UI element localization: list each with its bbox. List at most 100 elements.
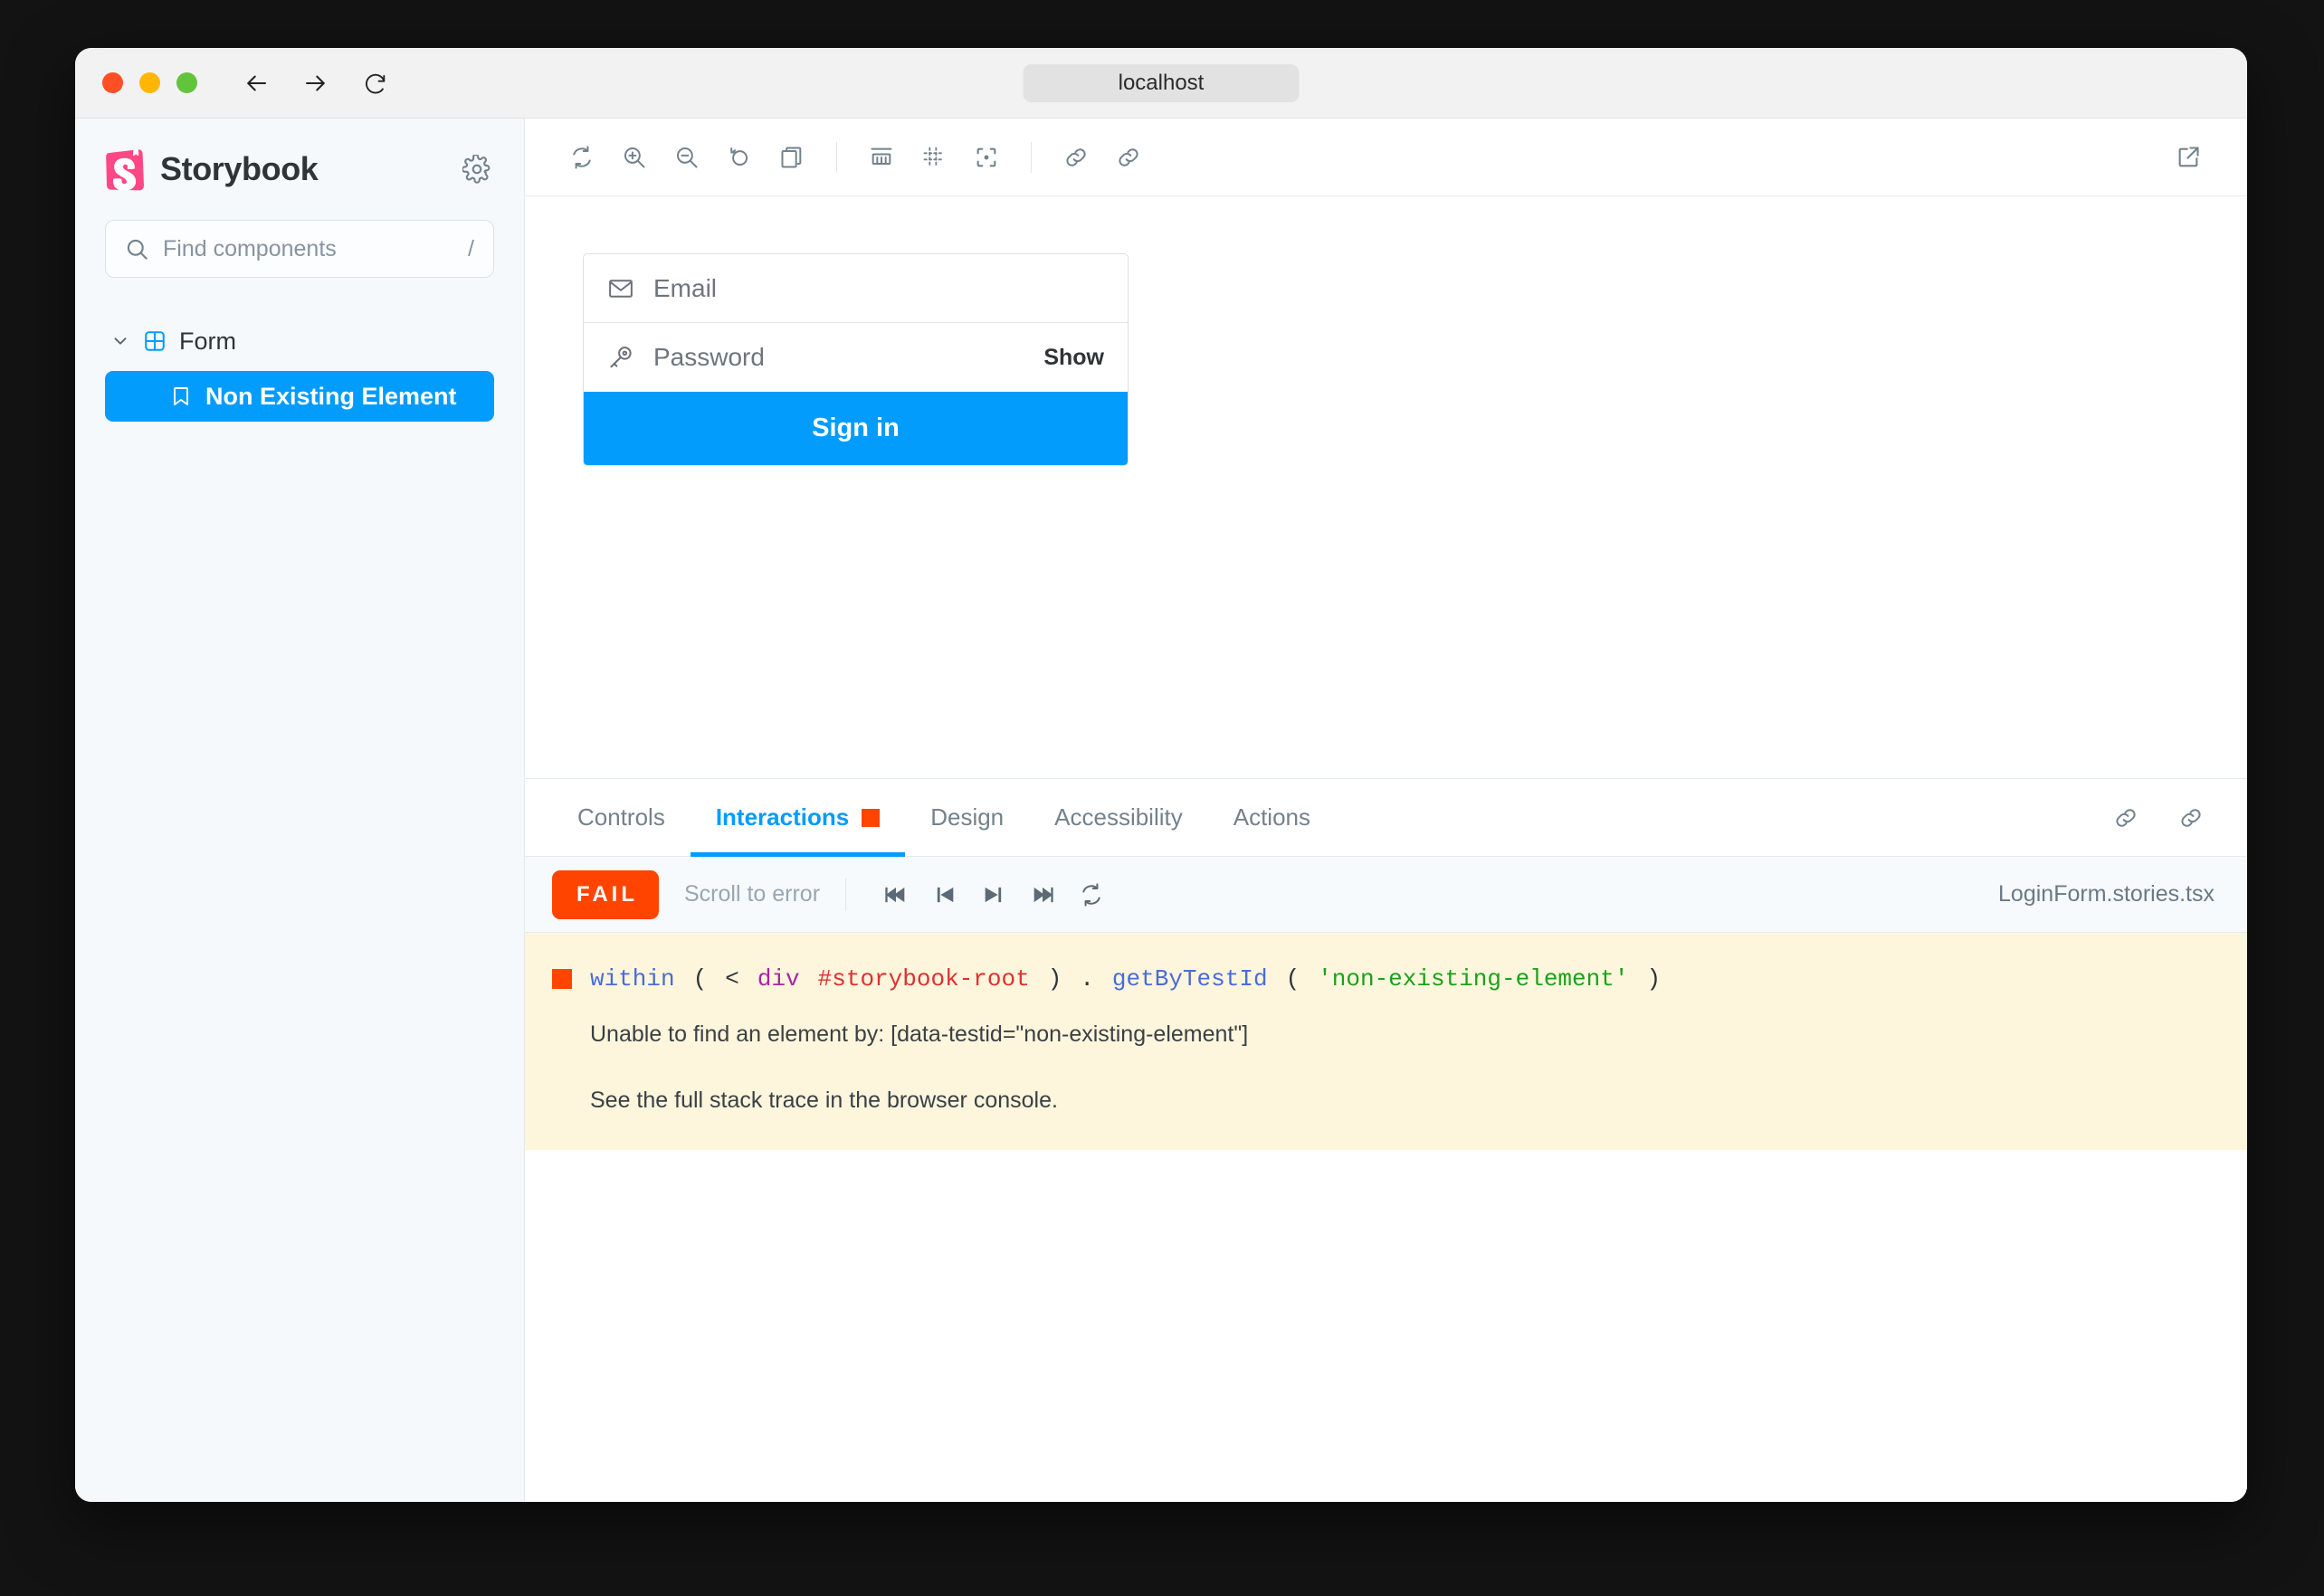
error-message-primary: Unable to find an element by: [data-test… — [590, 1021, 1249, 1047]
sidebar: Storybook / — [75, 119, 525, 1502]
copy-layers-icon[interactable] — [766, 131, 818, 184]
sidebar-item-non-existing-element[interactable]: Non Existing Element — [105, 371, 494, 422]
show-password-button[interactable]: Show — [1043, 345, 1104, 371]
component-grid-icon — [143, 329, 167, 353]
grid-dots-icon[interactable] — [908, 131, 960, 184]
code-token-paren-open: ( — [692, 965, 708, 993]
tree-group-form[interactable]: Form — [105, 317, 494, 366]
url-text: localhost — [1118, 70, 1205, 95]
panel-link-icon[interactable] — [2102, 794, 2149, 841]
minimize-window-button[interactable] — [139, 72, 160, 93]
story-canvas: Show Sign in — [525, 196, 2247, 778]
error-marker-icon — [552, 969, 572, 989]
rerun-button[interactable] — [1067, 870, 1116, 919]
story-filename: LoginForm.stories.tsx — [1998, 881, 2214, 907]
code-token-tag-name: div — [757, 965, 800, 993]
code-token-string-arg: 'non-existing-element' — [1318, 965, 1629, 993]
interactions-separator — [845, 878, 847, 911]
component-tree: Form Non Existing Element — [105, 317, 494, 422]
preview-toolbar — [525, 119, 2247, 196]
traffic-lights — [102, 72, 197, 93]
ruler-icon[interactable] — [855, 131, 908, 184]
status-badge: FAIL — [552, 869, 659, 919]
tabs-spacer — [1336, 779, 2102, 856]
browser-chrome: localhost — [75, 48, 2247, 119]
error-code-line[interactable]: within (< div #storybook-root). getByTestId (… — [525, 965, 2247, 993]
email-input[interactable] — [653, 273, 1104, 303]
tab-interactions[interactable]: Interactions — [690, 779, 906, 857]
close-window-button[interactable] — [102, 72, 123, 93]
login-form: Show Sign in — [583, 253, 1129, 466]
back-arrow-icon[interactable] — [241, 68, 271, 99]
main-column: Show Sign in Controls Interactions — [525, 119, 2247, 1502]
interaction-error: within (< div #storybook-root). getByTestId (… — [525, 933, 2247, 1150]
toolbar-separator-1 — [836, 141, 837, 173]
tab-label: Accessibility — [1054, 803, 1183, 831]
code-token-tag-id: #storybook-root — [817, 965, 1030, 993]
browser-window: localhost Storybook Find components / Fo… — [75, 48, 2247, 1502]
tab-controls[interactable]: Controls — [552, 779, 691, 856]
panel-share-icon[interactable] — [2167, 794, 2214, 841]
code-token-paren-close: ) — [1047, 965, 1062, 993]
go-to-start-button[interactable] — [872, 870, 920, 919]
sidebar-item-label: Non Existing Element — [205, 382, 457, 410]
link-tool-group — [1050, 131, 1155, 184]
brand-group[interactable]: Storybook — [105, 148, 319, 191]
toolbar-separator-2 — [1031, 141, 1032, 173]
zoom-in-icon[interactable] — [608, 131, 661, 184]
outline-icon[interactable] — [960, 131, 1013, 184]
envelope-icon — [607, 275, 634, 302]
maximize-window-button[interactable] — [176, 72, 197, 93]
tab-actions[interactable]: Actions — [1208, 779, 1336, 856]
interactions-toolbar: FAIL Scroll to error LoginForm.stories.t… — [525, 857, 2247, 933]
tab-label: Controls — [577, 803, 665, 831]
code-token-getbytestid: getByTestId — [1111, 965, 1268, 993]
search-icon — [125, 237, 149, 261]
share-link-icon[interactable] — [1102, 131, 1155, 184]
copy-link-icon[interactable] — [1050, 131, 1102, 184]
key-icon — [607, 344, 634, 371]
step-forward-button[interactable] — [969, 870, 1018, 919]
scroll-to-error-button[interactable]: Scroll to error — [684, 881, 820, 907]
browser-nav-buttons — [241, 68, 391, 99]
search-shortcut-hint: / — [468, 235, 474, 261]
reload-icon[interactable] — [360, 68, 391, 99]
password-input[interactable] — [653, 343, 1025, 372]
tab-design[interactable]: Design — [905, 779, 1029, 856]
gear-icon[interactable] — [460, 152, 494, 186]
panel-header-icons — [2102, 779, 2214, 856]
zoom-out-icon[interactable] — [661, 131, 713, 184]
zoom-tool-group — [556, 131, 818, 184]
password-field-row[interactable]: Show — [584, 323, 1128, 392]
tab-accessibility[interactable]: Accessibility — [1029, 779, 1208, 856]
tab-label: Interactions — [715, 803, 850, 831]
code-token-paren-open-2: ( — [1285, 965, 1300, 993]
addon-tool-group — [855, 131, 1013, 184]
code-token-within: within — [590, 965, 675, 993]
bookmark-icon — [170, 385, 192, 407]
search-box[interactable]: / — [105, 220, 494, 278]
tab-label: Design — [930, 803, 1005, 831]
sign-in-button[interactable]: Sign in — [584, 392, 1128, 465]
remount-icon[interactable] — [556, 131, 608, 184]
sidebar-brand: Storybook — [105, 119, 494, 220]
code-token-tag-open: < — [725, 965, 739, 993]
open-in-new-icon[interactable] — [2162, 131, 2214, 184]
addon-panel: Controls Interactions Design Accessibili… — [525, 778, 2247, 1502]
forward-arrow-icon[interactable] — [300, 68, 331, 99]
url-bar[interactable]: localhost — [1023, 63, 1300, 102]
go-to-end-button[interactable] — [1018, 870, 1067, 919]
error-message-secondary: See the full stack trace in the browser … — [590, 1088, 1058, 1113]
chevron-down-icon[interactable] — [110, 331, 130, 351]
panel-empty-area — [525, 1150, 2247, 1502]
tab-label: Actions — [1233, 803, 1310, 831]
code-token-paren-close-2: ) — [1646, 965, 1662, 993]
step-back-button[interactable] — [920, 870, 969, 919]
search-input[interactable] — [163, 235, 455, 262]
error-badge-icon — [862, 808, 881, 827]
email-field-row[interactable] — [584, 254, 1128, 323]
storybook-app: Storybook / — [75, 119, 2247, 1502]
storybook-logo-icon — [105, 148, 145, 191]
zoom-reset-icon[interactable] — [713, 131, 766, 184]
tree-group-label: Form — [179, 327, 236, 355]
